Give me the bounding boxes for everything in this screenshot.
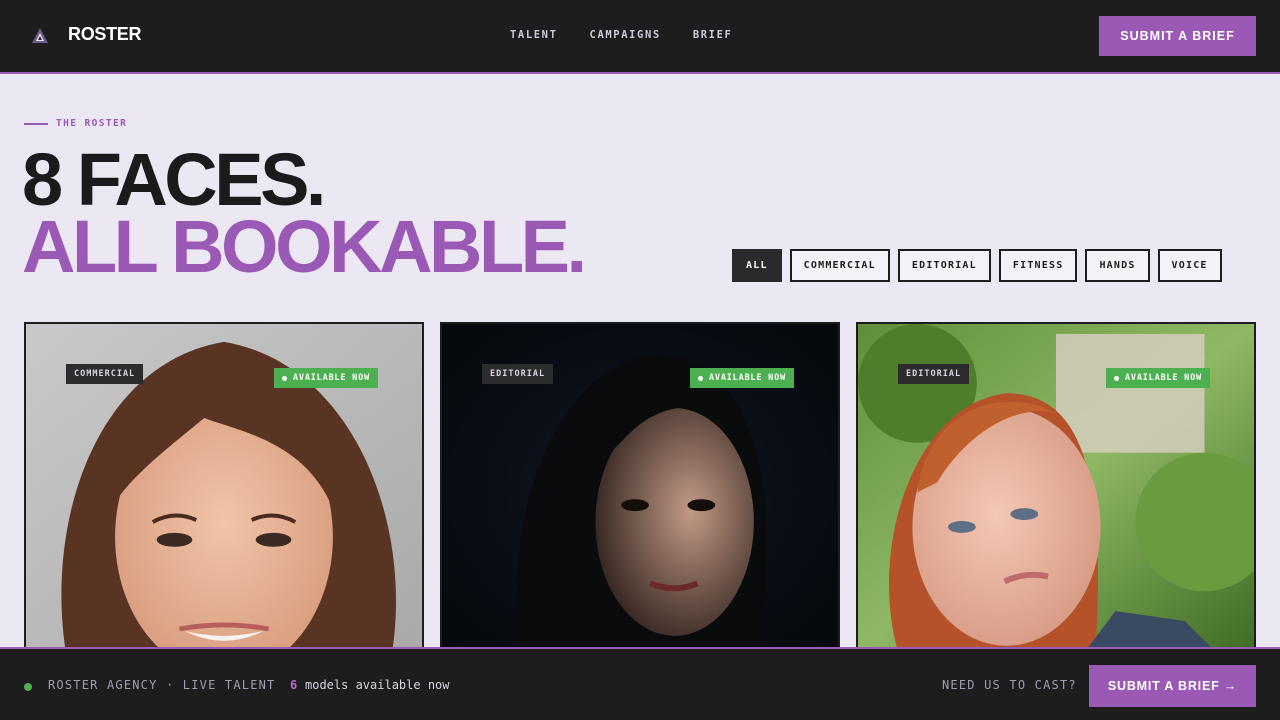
section-eyebrow: THE ROSTER [24, 118, 127, 129]
top-navigation-bar: ROSTER TALENT CAMPAIGNS BRIEF SUBMIT A B… [0, 0, 1280, 74]
cast-prompt: NEED US TO CAST? [942, 678, 1077, 692]
headline-accent: ALL BOOKABLE. [22, 205, 587, 288]
filter-voice[interactable]: VOICE [1157, 249, 1222, 282]
triangle-mark-icon[interactable] [30, 26, 50, 46]
filter-all[interactable]: ALL [732, 249, 782, 282]
submit-brief-bottom-button[interactable]: SUBMIT A BRIEF → [1089, 665, 1256, 707]
availability-badge: AVAILABLE NOW [1106, 368, 1210, 388]
talent-card[interactable]: EDITORIAL AVAILABLE NOW [856, 322, 1256, 652]
brand-name[interactable]: ROSTER [68, 24, 142, 45]
availability-label: AVAILABLE NOW [709, 373, 786, 383]
category-badge: COMMERCIAL [66, 364, 144, 384]
filter-editorial[interactable]: EDITORIAL [897, 249, 991, 282]
availability-badge: AVAILABLE NOW [690, 368, 794, 388]
availability-label: AVAILABLE NOW [1125, 373, 1202, 383]
nav-link-brief[interactable]: BRIEF [693, 29, 733, 41]
talent-card[interactable]: EDITORIAL AVAILABLE NOW [440, 322, 840, 652]
status-dot-icon [698, 375, 703, 381]
status-dot-icon [1114, 375, 1119, 381]
filter-commercial[interactable]: COMMERCIAL [789, 249, 890, 282]
availability-badge: AVAILABLE NOW [274, 368, 378, 388]
nav-link-campaigns[interactable]: CAMPAIGNS [590, 29, 661, 41]
available-count: 6 [290, 678, 298, 692]
availability-label: AVAILABLE NOW [293, 373, 370, 383]
filter-fitness[interactable]: FITNESS [998, 249, 1078, 282]
available-count-label: models available now [305, 678, 450, 692]
eyebrow-label: THE ROSTER [56, 118, 128, 129]
main-nav: TALENT CAMPAIGNS BRIEF [510, 29, 732, 41]
filter-hands[interactable]: HANDS [1085, 249, 1150, 282]
agency-live-label: ROSTER AGENCY · LIVE TALENT [48, 678, 276, 692]
submit-brief-button[interactable]: SUBMIT A BRIEF [1099, 16, 1256, 56]
talent-card[interactable]: COMMERCIAL AVAILABLE NOW [24, 322, 424, 652]
live-status-dot-icon [24, 683, 32, 691]
nav-link-talent[interactable]: TALENT [510, 29, 558, 41]
category-badge: EDITORIAL [482, 364, 554, 384]
category-filters: ALL COMMERCIAL EDITORIAL FITNESS HANDS V… [732, 249, 1222, 282]
status-dot-icon [282, 375, 287, 381]
eyebrow-rule [24, 122, 48, 125]
category-badge: EDITORIAL [898, 364, 970, 384]
sticky-bottom-bar: ROSTER AGENCY · LIVE TALENT 6 models ava… [0, 647, 1280, 720]
